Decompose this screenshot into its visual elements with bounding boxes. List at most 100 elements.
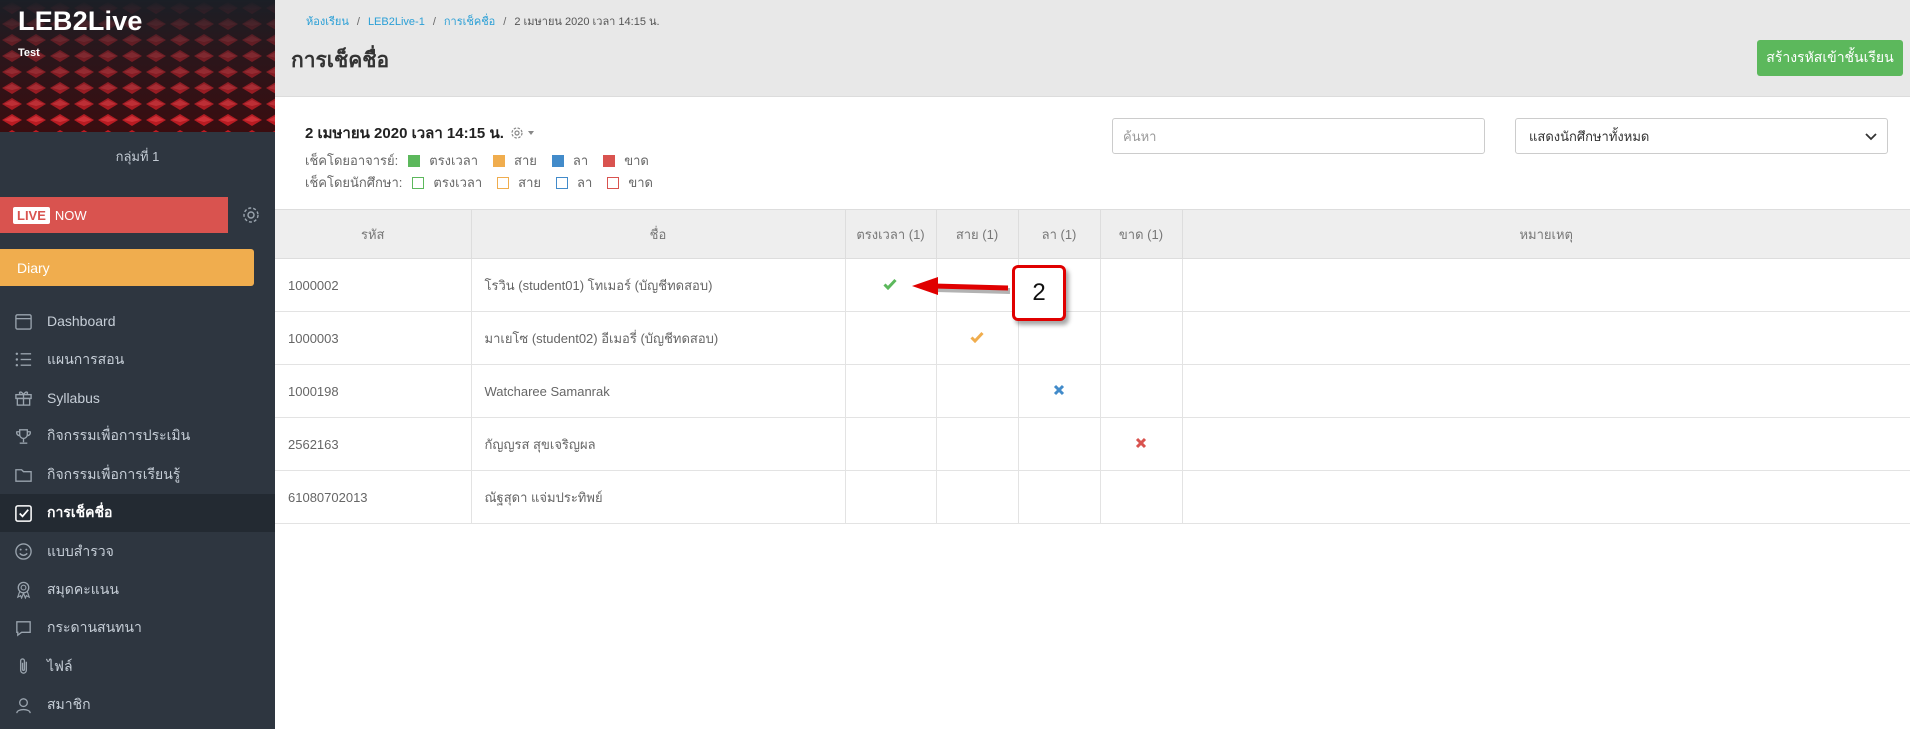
cell-late[interactable] [935, 311, 1019, 365]
legend-leave: ลา [577, 175, 593, 190]
calendar-icon [15, 313, 32, 330]
cell-ontime[interactable] [844, 311, 937, 365]
cell-remark[interactable] [1181, 364, 1910, 418]
legend-ontime: ตรงเวลา [433, 175, 483, 190]
legend-outline-leave [556, 176, 569, 189]
sidebar-item-discussion[interactable]: กระดานสนทนา [0, 609, 275, 647]
student-id: 2562163 [275, 417, 472, 471]
cell-late[interactable] [935, 364, 1019, 418]
cell-late[interactable] [935, 417, 1019, 471]
session-title-text: 2 เมษายน 2020 เวลา 14:15 น. [305, 125, 504, 142]
sidebar-item-label: สมุดคะแนน [47, 580, 119, 597]
legend-late: สาย [518, 175, 542, 190]
student-id: 1000198 [275, 364, 472, 418]
paperclip-icon [19, 658, 28, 674]
legend-swatch-late [493, 154, 506, 167]
breadcrumb: ห้องเรียน / LEB2Live-1/การเช็คชื่อ/2 เมษาย… [306, 16, 660, 28]
sidebar-item-survey[interactable]: แบบสำรวจ [0, 532, 275, 570]
sidebar-item-label: แผนการสอน [47, 350, 125, 367]
sidebar-item-attendance[interactable]: การเช็คชื่อ [0, 493, 275, 533]
col-late[interactable]: สาย (1) [935, 209, 1019, 259]
student-filter-select[interactable]: แสดงนักศึกษาทั้งหมด [1515, 118, 1888, 154]
sidebar: LEB2Live Test กลุ่มที่ 1 LIVE NOW Diary … [0, 0, 275, 729]
check-icon [969, 331, 984, 343]
cell-ontime[interactable] [844, 417, 937, 471]
legend-student: เช็คโดยนักศึกษา: ตรงเวลา สาย ลา ขาด [305, 172, 668, 193]
sidebar-item-lesson-plan[interactable]: แผนการสอน [0, 340, 275, 378]
sidebar-item-dashboard[interactable]: Dashboard [0, 302, 275, 340]
cell-absent[interactable] [1099, 258, 1183, 312]
cell-remark[interactable] [1181, 417, 1910, 471]
sidebar-item-assessment[interactable]: กิจกรรมเพื่อการประเมิน [0, 417, 275, 455]
search-input[interactable] [1112, 118, 1485, 154]
cell-ontime[interactable] [844, 470, 937, 524]
attendance-table: รหัส ชื่อ ตรงเวลา (1) สาย (1) ลา (1) ขาด… [275, 209, 1910, 524]
legend-swatch-leave [551, 154, 564, 167]
sidebar-banner: LEB2Live Test [0, 0, 275, 132]
sidebar-item-files[interactable]: ไฟล์ [0, 648, 275, 686]
legend-absent: ขาด [628, 175, 653, 190]
cell-leave[interactable] [1017, 417, 1101, 471]
session-title: 2 เมษายน 2020 เวลา 14:15 น. [305, 121, 536, 145]
create-class-code-button[interactable]: สร้างรหัสเข้าชั้นเรียน [1757, 40, 1903, 76]
legend-teacher: เช็คโดยอาจารย์: ตรงเวลา สาย ลา ขาด [305, 150, 664, 171]
cell-late[interactable] [935, 470, 1019, 524]
cell-remark[interactable] [1181, 311, 1910, 365]
list-icon [15, 352, 32, 367]
sidebar-item-label: กระดานสนทนา [47, 619, 142, 636]
diary-button[interactable]: Diary [0, 249, 254, 286]
student-name: Watcharee Samanrak [470, 364, 846, 418]
breadcrumb-course[interactable]: LEB2Live-1 [368, 16, 425, 28]
session-settings-icon[interactable] [510, 126, 536, 140]
sidebar-item-label: แบบสำรวจ [47, 542, 114, 559]
breadcrumb-attendance[interactable]: การเช็คชื่อ [444, 16, 495, 28]
user-icon [16, 697, 31, 713]
sidebar-item-label: สมาชิก [47, 696, 91, 713]
sidebar-nav: Dashboard แผนการสอน Syllabus กิจกรรมเพื่… [0, 302, 275, 724]
page-title: การเช็คชื่อ [291, 49, 390, 72]
cell-leave[interactable] [1017, 364, 1101, 418]
brand-title[interactable]: LEB2Live [18, 6, 143, 37]
sidebar-item-syllabus[interactable]: Syllabus [0, 379, 275, 417]
legend-swatch-ontime [408, 154, 421, 167]
legend-student-label: เช็คโดยนักศึกษา: [305, 175, 403, 190]
legend-ontime: ตรงเวลา [429, 153, 479, 168]
cell-remark[interactable] [1181, 470, 1910, 524]
breadcrumb-classroom[interactable]: ห้องเรียน [306, 16, 349, 28]
sidebar-item-learning[interactable]: กิจกรรมเพื่อการเรียนรู้ [0, 456, 275, 494]
breadcrumb-current: 2 เมษายน 2020 เวลา 14:15 น. [514, 16, 660, 28]
legend-outline-ontime [412, 176, 425, 189]
cell-ontime[interactable] [844, 364, 937, 418]
legend-teacher-label: เช็คโดยอาจารย์: [305, 153, 399, 168]
cell-absent[interactable] [1099, 417, 1183, 471]
folder-icon [15, 469, 32, 483]
legend-late: สาย [514, 153, 537, 168]
col-ontime[interactable]: ตรงเวลา (1) [844, 209, 937, 259]
col-leave[interactable]: ลา (1) [1017, 209, 1101, 259]
col-id: รหัส [275, 209, 472, 259]
cell-absent[interactable] [1099, 311, 1183, 365]
student-name: กัญญรส สุขเจริญผล [470, 417, 846, 471]
chat-icon [16, 620, 31, 637]
check-icon [883, 278, 897, 290]
smiley-icon [15, 543, 32, 560]
cell-leave[interactable] [1017, 470, 1101, 524]
col-absent[interactable]: ขาด (1) [1099, 209, 1183, 259]
legend-outline-absent [607, 176, 620, 189]
live-now-button[interactable]: LIVE NOW [0, 197, 228, 233]
table-row: 61080702013 ณัฐสุดา แจ่มประทิพย์ [275, 470, 1910, 524]
sidebar-item-label: ไฟล์ [47, 657, 73, 674]
cell-absent[interactable] [1099, 364, 1183, 418]
sidebar-item-members[interactable]: สมาชิก [0, 686, 275, 724]
table-row: 1000198 Watcharee Samanrak [275, 364, 1910, 418]
student-filter-value: แสดงนักศึกษาทั้งหมด [1529, 128, 1650, 144]
cell-remark[interactable] [1181, 258, 1910, 312]
table-row: 1000002 โรวิน (student01) โทเมอร์ (บัญชี… [275, 258, 1910, 312]
gear-icon[interactable] [241, 205, 261, 225]
legend-leave: ลา [572, 153, 589, 168]
student-name: โรวิน (student01) โทเมอร์ (บัญชีทดสอบ) [470, 258, 846, 312]
trophy-icon [16, 429, 31, 444]
legend-outline-late [497, 176, 510, 189]
cell-absent[interactable] [1099, 470, 1183, 524]
sidebar-item-gradebook[interactable]: สมุดคะแนน [0, 571, 275, 609]
